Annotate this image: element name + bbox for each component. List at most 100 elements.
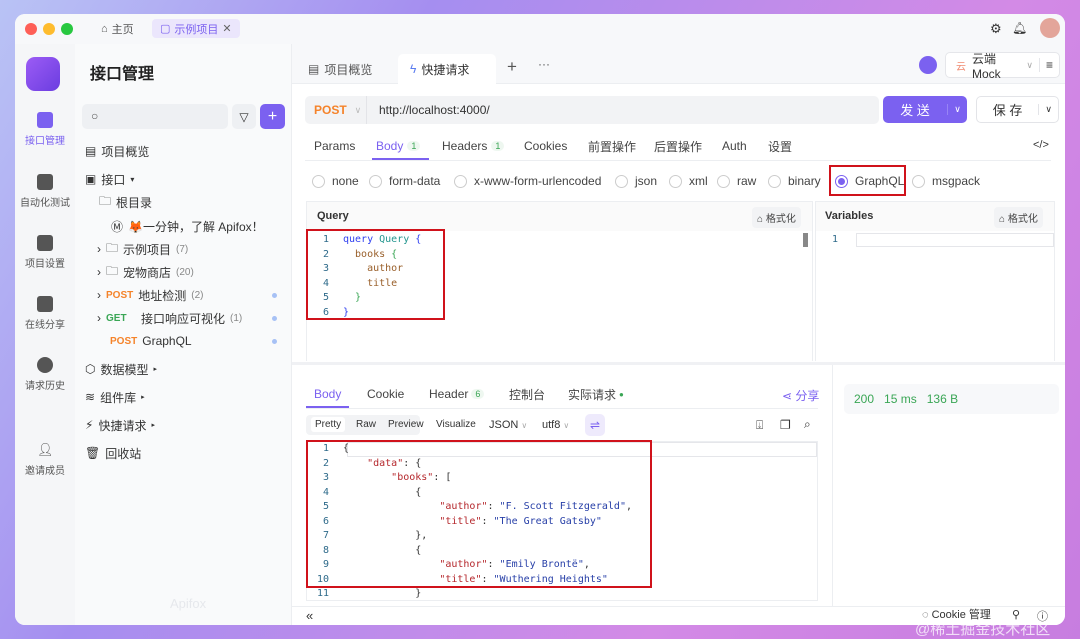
download-icon[interactable]: ⍗ bbox=[756, 418, 763, 433]
tree-endpoint[interactable]: POST GraphQL bbox=[110, 331, 192, 351]
tree-endpoint[interactable]: › POST 地址检测 (2) bbox=[97, 285, 203, 305]
body-type-radio[interactable]: binary bbox=[768, 174, 821, 188]
response-tab[interactable]: Header 6 bbox=[429, 380, 485, 408]
request-tab[interactable]: 前置操作 bbox=[588, 132, 636, 160]
request-tab[interactable]: Body 1 bbox=[376, 132, 421, 160]
maximize-window-button[interactable] bbox=[61, 23, 73, 35]
tree-label: 地址检测 bbox=[138, 288, 187, 303]
new-tab-button[interactable]: + bbox=[507, 57, 517, 77]
rail-item-api[interactable]: 接口管理 bbox=[15, 112, 75, 147]
sidebar: 接口管理 ○ ▽ + ▤ 项目概览 ▣ 接口 ▾ 🗀 根目录 Ⓜ 🦊一分钟，了解 Apif… bbox=[75, 44, 292, 625]
request-tab[interactable]: Auth bbox=[722, 132, 747, 160]
tree-folder[interactable]: › 🗀 宠物商店 (20) bbox=[97, 262, 194, 282]
tree-components[interactable]: ≋ 组件库 ▸ bbox=[85, 387, 145, 407]
filter-button[interactable]: ▽ bbox=[232, 104, 256, 129]
view-tab[interactable]: Raw bbox=[352, 417, 380, 432]
tree-api-root[interactable]: ▣ 接口 ▾ bbox=[85, 169, 134, 189]
response-tab[interactable]: 控制台 bbox=[509, 380, 545, 408]
request-tab[interactable]: 后置操作 bbox=[654, 132, 702, 160]
tree-intro-doc[interactable]: Ⓜ 🦊一分钟，了解 Apifox！ bbox=[111, 216, 264, 236]
tab-badge: 1 bbox=[407, 141, 421, 151]
body-type-radio[interactable]: raw bbox=[717, 174, 756, 188]
folder-icon: 🗀 bbox=[106, 240, 119, 255]
scrollbar[interactable] bbox=[803, 233, 808, 247]
tree-overview[interactable]: ▤ 项目概览 bbox=[85, 141, 149, 161]
history-icon bbox=[37, 357, 53, 373]
radio-label: json bbox=[635, 174, 658, 188]
tree-root-dir[interactable]: 🗀 根目录 bbox=[99, 192, 152, 212]
more-icon[interactable]: ··· bbox=[538, 57, 550, 71]
view-tab[interactable]: Preview bbox=[384, 417, 428, 432]
settings-icon[interactable]: ⚙ bbox=[990, 21, 1002, 37]
response-tab[interactable]: Body bbox=[314, 380, 341, 408]
body-type-radio[interactable]: none bbox=[312, 174, 359, 188]
share-doc-icon bbox=[37, 296, 53, 312]
environment-select[interactable]: 云云端 Mock ∨ ≡ bbox=[945, 52, 1060, 81]
body-type-radio[interactable]: msgpack bbox=[912, 174, 980, 188]
add-button[interactable]: + bbox=[260, 104, 285, 129]
view-tab[interactable]: Visualize bbox=[432, 417, 480, 432]
body-type-radio[interactable]: x-www-form-urlencoded bbox=[454, 174, 601, 188]
tree-count: (1) bbox=[230, 312, 243, 324]
tree-endpoint[interactable]: › GET 接口响应可视化 (1) bbox=[97, 308, 242, 328]
rail-item-history[interactable]: 请求历史 bbox=[15, 357, 75, 392]
search-input[interactable]: ○ bbox=[82, 104, 228, 129]
rail-item-share[interactable]: 在线分享 bbox=[15, 296, 75, 331]
url-input[interactable]: http://localhost:4000/ bbox=[367, 103, 490, 117]
body-type-radio[interactable]: form-data bbox=[369, 174, 440, 188]
share-button[interactable]: ⋖ 分享 bbox=[782, 387, 819, 404]
rail-item-settings[interactable]: 项目设置 bbox=[15, 235, 75, 270]
search-icon[interactable]: ⌕ bbox=[804, 417, 811, 432]
response-size: 136 B bbox=[926, 392, 959, 406]
sync-icon[interactable] bbox=[919, 56, 937, 74]
tree-quick-requests[interactable]: ⚡︎ 快捷请求 ▸ bbox=[85, 415, 155, 435]
close-window-button[interactable] bbox=[25, 23, 37, 35]
response-tab[interactable]: 实际请求 ● bbox=[568, 380, 624, 408]
code-snippet-icon[interactable]: </> bbox=[1033, 139, 1049, 151]
resize-handle[interactable] bbox=[292, 362, 1065, 365]
request-tab[interactable]: Params bbox=[314, 132, 355, 160]
request-tab[interactable]: Headers 1 bbox=[442, 132, 505, 160]
tree-folder[interactable]: › 🗀 示例项目 (7) bbox=[97, 239, 188, 259]
body-type-radio[interactable]: json bbox=[615, 174, 657, 188]
wrap-lines-icon[interactable]: ⇌ bbox=[585, 414, 605, 436]
tree-data-models[interactable]: ⬡ 数据模型 ▸ bbox=[85, 359, 157, 379]
view-tab[interactable]: Pretty bbox=[311, 417, 346, 432]
close-tab-icon[interactable]: ✕ bbox=[222, 22, 231, 35]
method-select[interactable]: POST ∨ bbox=[305, 96, 367, 124]
tree-trash[interactable]: 🗑︎ 回收站 bbox=[85, 443, 141, 463]
tab-overview[interactable]: ▤ 项目概览 bbox=[296, 54, 384, 84]
bell-icon[interactable]: 🔔︎ bbox=[1012, 21, 1027, 35]
request-tab[interactable]: 设置 bbox=[768, 132, 792, 160]
tab-label: Headers bbox=[442, 139, 488, 153]
collapse-icon[interactable]: « bbox=[306, 608, 313, 623]
format-variables-button[interactable]: ⌂ 格式化 bbox=[994, 207, 1043, 228]
rail-item-invite[interactable]: 👤︎ 邀请成员 bbox=[15, 442, 75, 477]
minimize-window-button[interactable] bbox=[43, 23, 55, 35]
tab-label: 实际请求 bbox=[568, 387, 617, 402]
home-tab[interactable]: ⌂ 主页 bbox=[93, 19, 142, 38]
variables-editor[interactable]: 1 bbox=[816, 233, 852, 248]
format-select[interactable]: JSON ∨ bbox=[489, 419, 527, 431]
rail-label: 请求历史 bbox=[25, 381, 65, 392]
title-bar: ⌂ 主页 ▢ 示例项目 ✕ ⚙ 🔔︎ bbox=[15, 14, 1065, 44]
tab-quick-request[interactable]: ϟ 快捷请求 bbox=[398, 54, 496, 84]
chevron-down-icon[interactable]: ∨ bbox=[1038, 104, 1058, 115]
copy-icon[interactable]: ❐ bbox=[780, 418, 791, 432]
send-button[interactable]: 发 送 ∨ bbox=[883, 96, 967, 123]
format-query-button[interactable]: ⌂ 格式化 bbox=[752, 207, 801, 228]
project-tab[interactable]: ▢ 示例项目 ✕ bbox=[152, 19, 240, 38]
menu-icon[interactable]: ≡ bbox=[1038, 58, 1059, 72]
request-tab[interactable]: Cookies bbox=[524, 132, 567, 160]
shirt-icon[interactable]: ⚲ bbox=[1012, 608, 1020, 621]
chevron-down-icon: ∨ bbox=[1026, 59, 1033, 70]
body-type-radio[interactable]: xml bbox=[669, 174, 708, 188]
avatar[interactable] bbox=[1040, 18, 1060, 38]
code-token: } bbox=[343, 588, 422, 599]
chevron-down-icon[interactable]: ∨ bbox=[947, 104, 967, 115]
save-button[interactable]: 保 存 ∨ bbox=[976, 96, 1059, 123]
response-tab[interactable]: Cookie bbox=[367, 380, 404, 408]
tab-label: Cookies bbox=[524, 139, 568, 153]
rail-item-autotest[interactable]: 自动化测试 bbox=[15, 174, 75, 209]
encoding-select[interactable]: utf8 ∨ bbox=[542, 419, 569, 431]
